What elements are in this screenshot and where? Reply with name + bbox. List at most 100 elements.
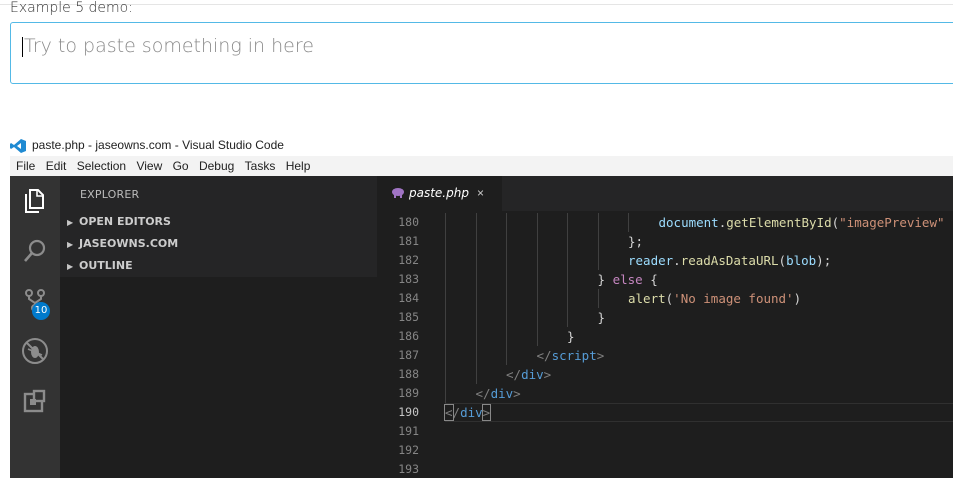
code-line: 187 </script> [377,346,953,365]
code-token: > [596,348,605,363]
code-token: "imagePreview" [839,215,945,230]
indent-guide [536,327,538,346]
indent-guide [475,365,477,384]
vscode-window: 10 EXPLORER ▶ OPEN EDITORS ▶ JASEOWNS.COM [10,176,953,478]
indent-guide [567,213,568,232]
indent-guide [475,308,477,327]
code-line: 180 document.getElementById("imagePreview… [377,213,953,232]
line-number: 180 [398,215,419,229]
code-line: 188 </div> [377,365,953,384]
indent-guide [445,251,446,270]
files-icon[interactable] [10,181,60,221]
code-text: } [567,327,575,346]
code-text: } else { [598,270,658,289]
code-token: getElementById [726,215,832,230]
indent-guide [536,251,538,270]
indent-guide [445,384,446,403]
indent-guide [567,251,568,270]
menu-edit[interactable]: Edit [46,156,67,176]
code-line: 181}; [377,232,953,251]
indent-guide [597,289,599,308]
line-number: 192 [398,443,419,457]
menu-selection[interactable]: Selection [77,156,126,176]
scm-badge: 10 [32,302,50,320]
code-line: 189 </div> [377,384,953,403]
code-text: } [598,308,606,327]
indent-guide [475,232,477,251]
paste-input[interactable]: Try to paste something in here [10,22,953,84]
menu-view[interactable]: View [136,156,162,176]
code-token: ( [778,253,787,268]
indent-guide [506,270,507,289]
activity-bar: 10 [10,176,60,478]
menu-tasks[interactable]: Tasks [245,156,276,176]
section-label: OPEN EDITORS [79,215,171,228]
line-number: 193 [398,462,419,476]
paste-placeholder: Try to paste something in here [24,35,314,57]
code-token: > [543,367,552,382]
line-number: 185 [398,310,419,324]
menu-file[interactable]: File [16,156,35,176]
code-text: alert('No image found') [628,289,801,308]
code-line: 191 [377,422,953,441]
code-token: 'No image found' [673,291,794,306]
current-line-highlight [445,403,953,422]
menu-debug[interactable]: Debug [199,156,234,176]
code-token: } [597,272,613,287]
code-text: </script> [537,346,605,365]
indent-guide [536,289,538,308]
close-icon[interactable]: × [477,176,484,211]
text-caret [22,37,23,57]
menu-go[interactable]: Go [173,156,189,176]
code-token: } [597,310,606,325]
indent-guide [475,213,477,232]
indent-guide [536,232,538,251]
debug-icon[interactable] [10,331,60,371]
code-line: 186} [377,327,953,346]
code-line: 193 [377,460,953,478]
code-token: . [673,253,681,268]
top-divider [0,4,953,5]
code-token: ) [793,291,802,306]
explorer-sidebar: EXPLORER ▶ OPEN EDITORS ▶ JASEOWNS.COM ▶ OU… [60,176,377,478]
indent-guide [445,327,446,346]
code-token: script [551,348,597,363]
indent-guide [445,346,446,365]
extensions-icon[interactable] [10,381,60,421]
indent-guide [506,251,507,270]
code-token: document [658,215,719,230]
tab-label: paste.php [409,186,469,200]
code-editor[interactable]: 180 document. getElementById ( "imagePreview… [377,211,953,478]
indent-guide [506,308,507,327]
indent-guide [567,270,568,289]
menu-help[interactable]: Help [286,156,311,176]
section-label: OUTLINE [79,259,133,272]
code-line: 183} else { [377,270,953,289]
indent-guide [628,213,629,232]
indent-guide [506,213,507,232]
indent-guide [445,308,446,327]
line-number: 188 [398,367,419,381]
line-number: 184 [398,291,419,305]
code-line: 185} [377,308,953,327]
code-token: div [490,386,514,401]
line-number: 190 [398,405,419,419]
tab-paste-php[interactable]: paste.php × [377,176,502,211]
search-icon[interactable] [10,231,60,271]
code-text: </div> [506,365,551,384]
code-line: 184 alert('No image found') [377,289,953,308]
indent-guide [445,213,446,232]
indent-guide [567,232,568,251]
code-text: }; [628,232,643,251]
line-number: 181 [398,234,419,248]
code-token: / [452,405,461,420]
section-open-editors[interactable]: ▶ OPEN EDITORS [60,211,377,233]
indent-guide [567,289,568,308]
code-token: { [642,272,658,287]
section-workspace[interactable]: ▶ JASEOWNS.COM [60,233,377,255]
indent-guide [445,232,446,251]
section-outline[interactable]: ▶ OUTLINE [60,255,377,277]
demo-title: Example 5 demo: [10,0,133,16]
code-token: readAsDataURL [680,253,779,268]
code-token: > [481,404,492,421]
